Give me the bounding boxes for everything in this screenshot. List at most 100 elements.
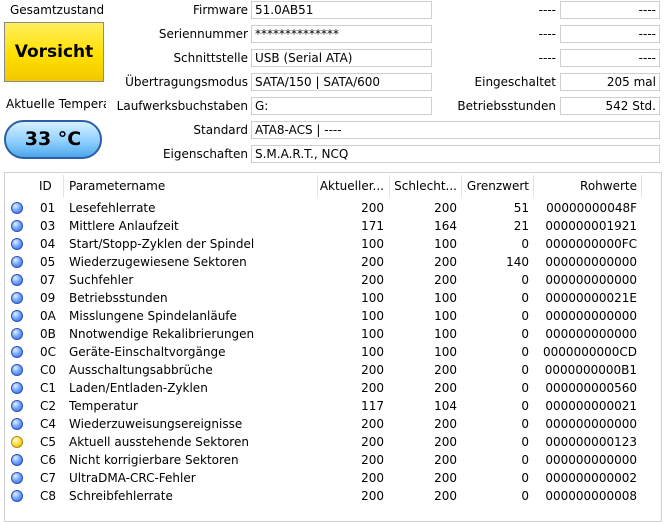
cell-worst: 104 — [434, 399, 457, 413]
smart-attribute-table: ID Parametername Aktueller... Schlecht..… — [4, 172, 662, 522]
table-row[interactable]: 01 Lesefehlerrate 200 200 51 00000000048F — [5, 199, 661, 217]
cell-threshold: 0 — [521, 435, 529, 449]
cell-worst: 200 — [434, 273, 457, 287]
table-row[interactable]: C8 Schreibfehlerrate 200 200 0 000000000008 — [5, 487, 661, 505]
cell-worst: 164 — [434, 219, 457, 233]
table-row[interactable]: 0B Nnotwendige Rekalibrierungen 100 100 0 000… — [5, 325, 661, 343]
cell-raw: 000000000000 — [545, 453, 637, 467]
cell-id: C8 — [40, 489, 57, 503]
cell-raw: 000000000123 — [545, 435, 637, 449]
features-field: S.M.A.R.T., NCQ — [251, 145, 660, 163]
cell-worst: 200 — [434, 435, 457, 449]
status-good-icon — [11, 454, 23, 466]
firmware-field: 51.0AB51 — [251, 1, 432, 19]
cell-raw: 000000000560 — [545, 381, 637, 395]
cell-threshold: 51 — [513, 201, 529, 215]
table-row[interactable]: C4 Wiederzuweisungsereignisse 200 200 0 00000… — [5, 415, 661, 433]
table-row[interactable]: C1 Laden/Entladen-Zyklen 200 200 0 0000000005… — [5, 379, 661, 397]
status-good-icon — [11, 238, 23, 250]
cell-current: 100 — [361, 291, 384, 305]
cell-name: Schreibfehlerrate — [69, 489, 173, 503]
cell-threshold: 0 — [521, 327, 529, 341]
column-header-worst[interactable]: Schlecht... — [391, 173, 457, 199]
table-row[interactable]: C7 UltraDMA-CRC-Fehler 200 200 0 000000000002 — [5, 469, 661, 487]
cell-threshold: 0 — [521, 345, 529, 359]
standard-label: Standard — [193, 123, 248, 137]
table-row[interactable]: C0 Ausschaltungsabbrüche 200 200 0 0000000000… — [5, 361, 661, 379]
cell-raw: 0000000000FC — [545, 237, 637, 251]
transfer-mode-label: Übertragungsmodus — [125, 75, 248, 89]
cell-current: 200 — [361, 363, 384, 377]
table-row[interactable]: 07 Suchfehler 200 200 0 000000000000 — [5, 271, 661, 289]
cell-name: Wiederzugewiesene Sektoren — [69, 255, 247, 269]
cell-name: Mittlere Anlaufzeit — [69, 219, 179, 233]
right-label-3: ---- — [538, 51, 556, 65]
cell-worst: 100 — [434, 327, 457, 341]
cell-current: 117 — [361, 399, 384, 413]
cell-current: 200 — [361, 381, 384, 395]
cell-raw: 0000000000CD — [543, 345, 637, 359]
column-header-current[interactable]: Aktueller... — [319, 173, 384, 199]
right-field-1: ---- — [560, 1, 660, 19]
cell-current: 100 — [361, 327, 384, 341]
cell-id: C1 — [40, 381, 57, 395]
cell-id: 0B — [40, 327, 56, 341]
cell-raw: 000000000000 — [545, 417, 637, 431]
cell-worst: 200 — [434, 489, 457, 503]
status-caution-icon — [11, 436, 23, 448]
table-row[interactable]: C5 Aktuell ausstehende Sektoren 200 200 0 000… — [5, 433, 661, 451]
cell-current: 200 — [361, 255, 384, 269]
cell-threshold: 0 — [521, 309, 529, 323]
cell-threshold: 21 — [513, 219, 529, 233]
cell-current: 200 — [361, 417, 384, 431]
cell-id: 05 — [40, 255, 56, 269]
cell-worst: 200 — [434, 417, 457, 431]
table-row[interactable]: C2 Temperatur 117 104 0 000000000021 — [5, 397, 661, 415]
table-row[interactable]: 04 Start/Stopp-Zyklen der Spindel 100 100 0 0… — [5, 235, 661, 253]
status-good-icon — [11, 310, 23, 322]
cell-threshold: 0 — [521, 489, 529, 503]
features-label: Eigenschaften — [162, 147, 248, 161]
power-on-hours-label: Betriebsstunden — [457, 99, 556, 113]
table-row[interactable]: C6 Nicht korrigierbare Sektoren 200 200 0 000… — [5, 451, 661, 469]
cell-threshold: 0 — [521, 291, 529, 305]
cell-name: Ausschaltungsabbrüche — [69, 363, 213, 377]
cell-id: 03 — [40, 219, 56, 233]
cell-id: C2 — [40, 399, 57, 413]
column-header-name[interactable]: Parametername — [69, 173, 309, 199]
table-row[interactable]: 09 Betriebsstunden 100 100 0 00000000021E — [5, 289, 661, 307]
cell-worst: 100 — [434, 309, 457, 323]
cell-id: C4 — [40, 417, 57, 431]
cell-worst: 200 — [434, 471, 457, 485]
temperature-button[interactable]: 33 °C — [4, 120, 102, 159]
status-good-icon — [11, 382, 23, 394]
cell-id: 0C — [40, 345, 57, 359]
column-header-id[interactable]: ID — [39, 173, 63, 199]
serial-number-label: Seriennummer — [158, 27, 248, 41]
table-row[interactable]: 0C Geräte-Einschaltvorgänge 100 100 0 0000000… — [5, 343, 661, 361]
column-header-raw[interactable]: Rohwerte — [535, 173, 637, 199]
cell-raw: 00000000021E — [545, 291, 637, 305]
health-status-button[interactable]: Vorsicht — [4, 22, 104, 82]
cell-current: 200 — [361, 435, 384, 449]
serial-number-field: ************** — [251, 25, 432, 43]
column-header-threshold[interactable]: Grenzwert — [463, 173, 529, 199]
cell-threshold: 0 — [521, 273, 529, 287]
cell-name: Aktuell ausstehende Sektoren — [69, 435, 249, 449]
interface-label: Schnittstelle — [173, 51, 248, 65]
status-good-icon — [11, 490, 23, 502]
cell-name: Suchfehler — [69, 273, 134, 287]
cell-threshold: 0 — [521, 399, 529, 413]
interface-field: USB (Serial ATA) — [251, 49, 432, 67]
cell-name: Start/Stopp-Zyklen der Spindel — [69, 237, 255, 251]
cell-id: C0 — [40, 363, 57, 377]
cell-raw: 000000000000 — [545, 273, 637, 287]
cell-raw: 0000000000B1 — [544, 363, 637, 377]
table-row[interactable]: 0A Misslungene Spindelanläufe 100 100 0 00000… — [5, 307, 661, 325]
drive-letter-field: G: — [251, 97, 432, 115]
cell-id: 07 — [40, 273, 56, 287]
status-good-icon — [11, 418, 23, 430]
table-row[interactable]: 03 Mittlere Anlaufzeit 171 164 21 00000000192… — [5, 217, 661, 235]
table-row[interactable]: 05 Wiederzugewiesene Sektoren 200 200 140 000… — [5, 253, 661, 271]
status-good-icon — [11, 202, 23, 214]
